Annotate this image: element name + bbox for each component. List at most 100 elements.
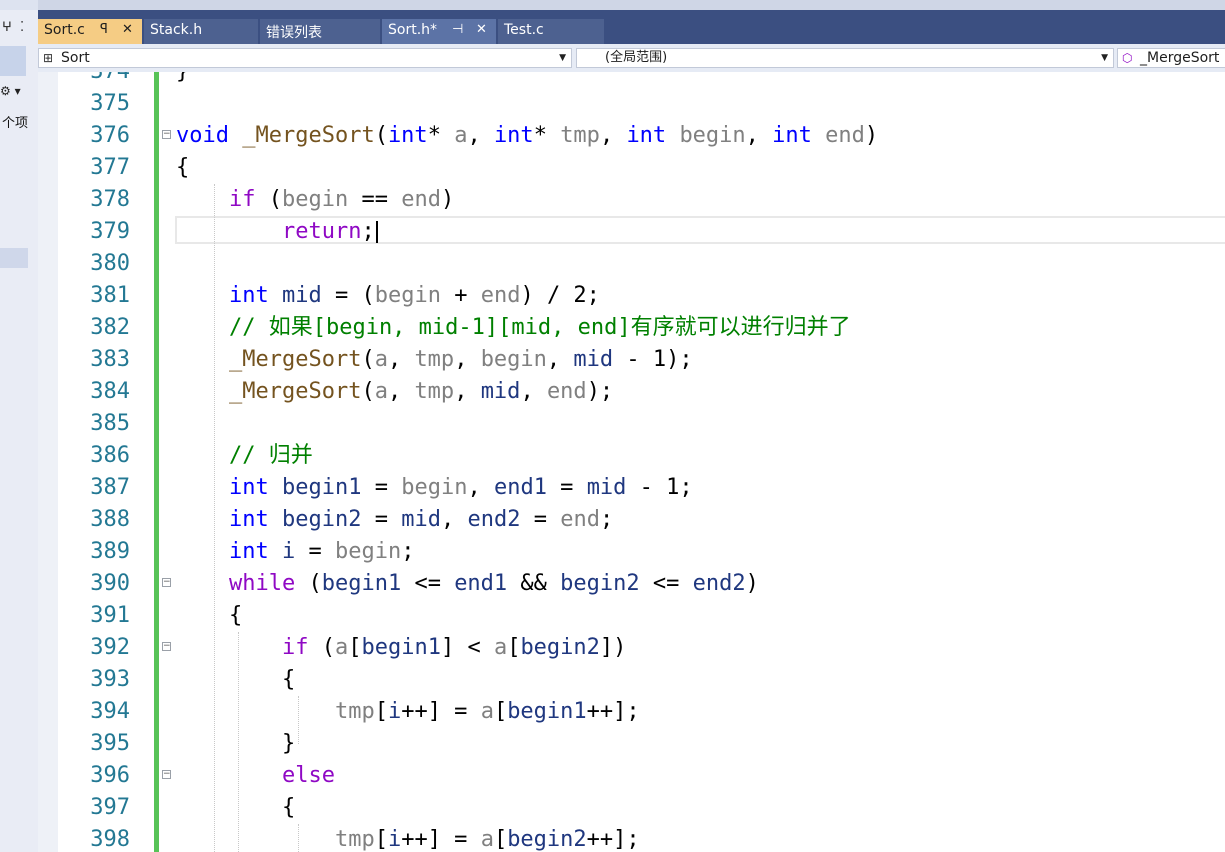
code-line[interactable]: 398 tmp[i++] = a[begin2++]; [38,824,1225,852]
close-icon[interactable]: ✕ [476,22,487,37]
code-line[interactable]: 396 − else [38,760,1225,792]
text-caret [375,221,378,243]
code-line[interactable]: 395 } [38,728,1225,760]
tab-label: Sort.c [44,22,85,38]
line-number: 393 [90,667,130,692]
code-line[interactable]: 391 { [38,600,1225,632]
line-number: 384 [90,379,130,404]
line-number: 380 [90,251,130,276]
code-line[interactable]: 375 [38,88,1225,120]
code-comment: // 归并 [176,443,313,468]
line-number: 388 [90,507,130,532]
line-number: 381 [90,283,130,308]
code-text: } [176,72,189,88]
code-line[interactable]: 374 } [38,72,1225,88]
code-line[interactable]: 376 − void _MergeSort(int* a, int* tmp, … [38,120,1225,152]
dropdown-arrow-icon[interactable]: ▼ [1101,49,1108,67]
code-line[interactable]: 378 if (begin == end) [38,184,1225,216]
code-text: else [281,763,335,788]
line-number: 375 [90,91,130,116]
code-text: int begin2 = mid, end2 = end; [228,507,614,532]
code-text: if (begin == end) [228,187,455,212]
line-number: 397 [90,795,130,820]
code-text: _MergeSort(a, tmp, begin, mid - 1); [228,347,693,372]
line-number: 377 [90,155,130,180]
code-text: if (a[begin1] < a[begin2]) [281,635,627,660]
code-comment: // 如果[begin, mid-1][mid, end]有序就可以进行归并了 [176,315,851,340]
code-line[interactable]: 389 int i = begin; [38,536,1225,568]
tab-sort-c[interactable]: Sort.c ꟼ ✕ [38,19,142,44]
code-line[interactable]: 387 int begin1 = begin, end1 = mid - 1; [38,472,1225,504]
code-line[interactable]: 390 − while (begin1 <= end1 && begin2 <=… [38,568,1225,600]
code-text: void _MergeSort(int* a, int* tmp, int be… [176,123,879,148]
scope-dropdown[interactable]: (全局范围) ▼ [576,48,1114,68]
line-number: 382 [90,315,130,340]
code-line[interactable]: 383 _MergeSort(a, tmp, begin, mid - 1); [38,344,1225,376]
left-panel-label: 个项 [2,116,29,131]
code-text: { [176,155,190,180]
line-number: 383 [90,347,130,372]
code-text: return; [176,216,378,248]
line-number: 378 [90,187,130,212]
code-text: { [176,603,243,628]
code-line[interactable]: 392 − if (a[begin1] < a[begin2]) [38,632,1225,664]
collapse-icon[interactable]: − [162,130,171,139]
close-icon[interactable]: ✕ [122,22,133,37]
tab-label: Stack.h [150,22,203,38]
member-dropdown[interactable]: ⬡ _MergeSort [1117,48,1225,68]
collapse-icon[interactable]: − [162,578,171,587]
code-line[interactable]: 397 { [38,792,1225,824]
collapse-icon[interactable]: − [162,770,171,779]
code-editor[interactable]: 374 } 375 376 − void _MergeSort(int* a, … [38,72,1225,852]
code-line[interactable]: 394 tmp[i++] = a[begin1++]; [38,696,1225,728]
collapse-icon[interactable]: − [162,642,171,651]
code-text: while (begin1 <= end1 && begin2 <= end2) [228,571,759,596]
code-text: int mid = (begin + end) / 2; [228,283,600,308]
tab-label: 错误列表 [266,25,322,41]
code-text: int begin1 = begin, end1 = mid - 1; [228,475,693,500]
code-line[interactable]: 381 int mid = (begin + end) / 2; [38,280,1225,312]
code-line[interactable]: 377 { [38,152,1225,184]
code-line[interactable]: 384 _MergeSort(a, tmp, mid, end); [38,376,1225,408]
pin-icon[interactable]: ⵖ [2,20,12,35]
code-text: } [176,731,296,756]
line-number: 389 [90,539,130,564]
tab-sort-h[interactable]: Sort.h* ⊣ ✕ [382,19,496,44]
code-line[interactable]: 386 // 归并 [38,440,1225,472]
tab-stack-h[interactable]: Stack.h [144,19,258,44]
pin-icon[interactable]: ꟼ [100,22,108,37]
code-line[interactable]: 388 int begin2 = mid, end2 = end; [38,504,1225,536]
line-number: 379 [90,219,130,244]
code-line[interactable]: 382 // 如果[begin, mid-1][mid, end]有序就可以进行… [38,312,1225,344]
line-number: 390 [90,571,130,596]
settings-dropdown-icon[interactable]: ⚙ ▾ [0,84,21,98]
dropdown-arrow-icon[interactable]: ▼ [559,49,566,67]
document-tab-strip: Sort.c ꟼ ✕ Stack.h 错误列表 Sort.h* ⊣ ✕ Test… [38,0,1225,44]
member-name: _MergeSort [1140,50,1220,66]
line-number: 374 [58,72,130,88]
tab-error-list[interactable]: 错误列表 [260,19,380,44]
tab-strip-top-border [38,0,1225,10]
more-icon[interactable]: ⁚ [20,20,24,35]
line-number: 376 [90,123,130,148]
code-line[interactable]: 393 { [38,664,1225,696]
code-text: { [176,795,296,820]
line-number: 385 [90,411,130,436]
code-text: int i = begin; [228,539,415,564]
project-name: Sort [61,50,90,66]
left-tool-panel: ⵖ ⁚ ⚙ ▾ 个项 [0,0,39,852]
line-number: 395 [90,731,130,756]
code-text: { [176,667,296,692]
left-panel-top-bar [0,0,38,10]
line-number: 398 [90,827,130,852]
panel-toolbar-button[interactable] [0,46,26,76]
left-panel-selected-item[interactable] [0,248,28,268]
code-line[interactable]: 380 [38,248,1225,280]
code-text: tmp[i++] = a[begin2++]; [334,827,640,852]
tab-test-c[interactable]: Test.c [498,19,604,44]
code-line[interactable]: 385 [38,408,1225,440]
line-number: 391 [90,603,130,628]
project-dropdown[interactable]: ⊞ Sort ▼ [38,48,572,68]
pin-icon[interactable]: ⊣ [452,22,463,37]
code-line[interactable]: 379 return; [38,216,1225,248]
